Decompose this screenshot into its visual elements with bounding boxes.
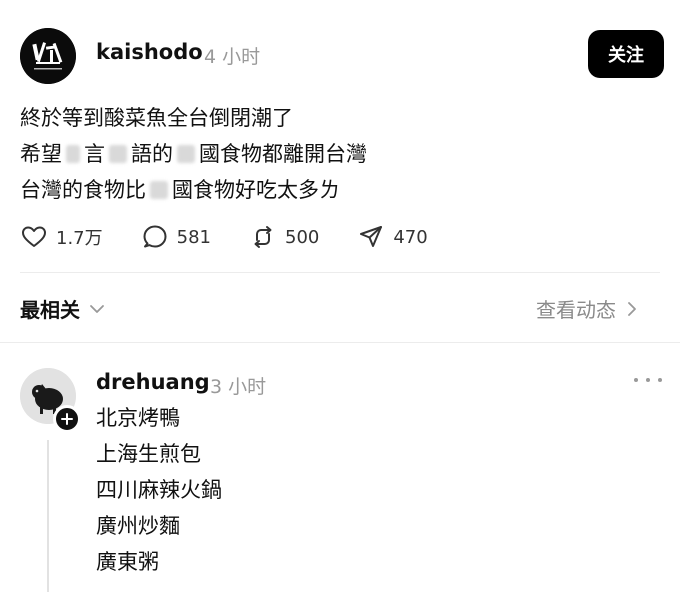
author-avatar[interactable] <box>20 28 76 84</box>
chevron-down-icon <box>90 304 104 313</box>
more-dots-icon <box>658 378 662 382</box>
view-activity-label: 查看动态 <box>536 298 616 322</box>
comment-count: 581 <box>176 226 211 248</box>
reply-line: 四川麻辣火鍋 <box>96 478 222 502</box>
share-count: 470 <box>393 226 428 248</box>
post-line-2-part-b: 言 <box>84 142 105 166</box>
post-text: 終於等到酸菜魚全台倒閉潮了 希望言 語的 國食物都離開台灣 台灣的食物比 國食物好吃太… <box>20 100 660 208</box>
more-dots-icon <box>646 378 650 382</box>
reply-author-name[interactable]: drehuang <box>96 370 210 394</box>
post-line-2-part-a: 希望 <box>20 142 62 166</box>
follow-button[interactable]: 关注 <box>588 30 664 78</box>
thread-connector-line <box>47 440 49 592</box>
heart-icon <box>22 226 46 247</box>
view-activity-link[interactable]: 查看动态 <box>536 294 640 323</box>
post-line-3: 台灣的食物比 國食物好吃太多ㄌ <box>20 172 660 208</box>
redacted-text <box>66 145 80 163</box>
repost-button[interactable]: 500 <box>249 223 319 251</box>
like-count: 1.7万 <box>56 228 103 249</box>
reply-line: 北京烤鴨 <box>96 406 180 430</box>
sort-dropdown[interactable]: 最相关 <box>20 294 106 323</box>
redacted-text <box>150 181 168 199</box>
post-author-name[interactable]: kaishodo <box>96 40 203 64</box>
reply-line: 廣州炒麵 <box>96 514 180 538</box>
repost-icon <box>254 226 272 248</box>
reply-text: 北京烤鴨 上海生煎包 四川麻辣火鍋 廣州炒麵 廣東粥 <box>96 400 222 580</box>
more-dots-icon <box>634 378 638 382</box>
chevron-right-icon <box>628 301 636 316</box>
sort-label: 最相关 <box>20 298 80 322</box>
brand-logo-avatar-icon <box>20 28 76 84</box>
post-line-3-part-b: 國食物好吃太多ㄌ <box>172 178 340 202</box>
post-action-bar: 1.7万 581 500 470 <box>20 222 466 252</box>
redacted-text <box>177 145 195 163</box>
post-timestamp: 4 小时 <box>204 46 261 68</box>
reply-line: 廣東粥 <box>96 550 159 574</box>
more-options-button[interactable] <box>634 370 662 390</box>
post-line-1: 終於等到酸菜魚全台倒閉潮了 <box>20 106 293 130</box>
comment-button[interactable]: 581 <box>141 223 211 251</box>
post-line-3-part-a: 台灣的食物比 <box>20 178 146 202</box>
share-button[interactable]: 470 <box>357 223 428 251</box>
comment-bubble-icon <box>143 225 167 248</box>
divider <box>0 342 680 343</box>
threads-post-page: kaishodo 4 小时 关注 終於等到酸菜魚全台倒閉潮了 希望言 語的 國食物都… <box>0 0 680 592</box>
like-button[interactable]: 1.7万 <box>20 223 103 251</box>
send-icon <box>360 226 383 247</box>
post-line-2: 希望言 語的 國食物都離開台灣 <box>20 136 660 172</box>
redacted-text <box>109 145 127 163</box>
repost-count: 500 <box>285 226 320 248</box>
reply-timestamp: 3 小时 <box>210 376 267 398</box>
post-line-2-part-c: 語的 <box>131 142 173 166</box>
follow-plus-badge[interactable] <box>53 405 81 433</box>
plus-icon <box>61 413 73 425</box>
post-line-2-part-d: 國食物都離開台灣 <box>199 142 367 166</box>
divider <box>20 272 660 273</box>
reply-line: 上海生煎包 <box>96 442 201 466</box>
